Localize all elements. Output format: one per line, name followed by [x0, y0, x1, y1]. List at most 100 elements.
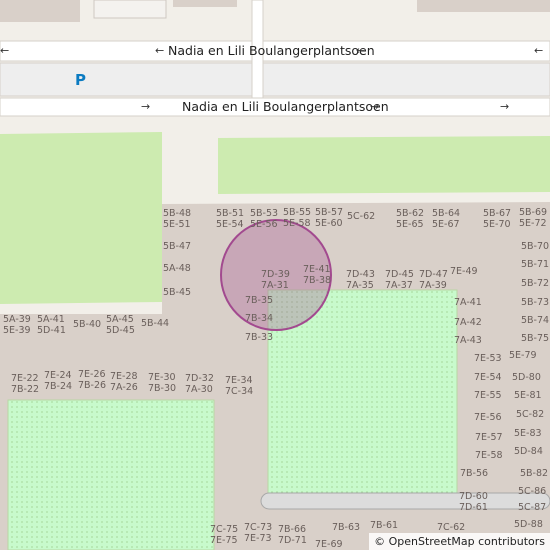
house-number-label: 5A-39 5E-39: [3, 314, 31, 336]
house-number-label: 7B-35: [245, 295, 273, 306]
house-number-label: 7C-75 7E-75: [210, 524, 238, 546]
house-number: 7D-45: [385, 269, 414, 280]
parking-area: [262, 62, 550, 97]
house-number-label: 7E-28 7A-26: [110, 371, 138, 393]
house-number: 7E-73: [244, 533, 272, 544]
house-number: 5A-39: [3, 314, 31, 325]
house-number-label: 5B-69 5E-72: [519, 207, 547, 229]
house-number: 7D-47: [419, 269, 448, 280]
house-number: 7D-32: [185, 373, 214, 384]
house-number-label: 7E-24 7B-24: [44, 370, 72, 392]
map-view[interactable]: ← ← Nadia en Lili Boulangerplantsoen ← ←…: [0, 0, 550, 550]
house-number-label: 7E-26 7B-26: [78, 369, 106, 391]
house-number: 5C-86: [518, 486, 547, 497]
house-number: 7E-30: [148, 372, 176, 383]
house-number-label: 7E-55: [474, 390, 502, 401]
oneway-arrow-right-icon: →: [141, 100, 151, 113]
house-number: 5B-72: [521, 278, 550, 289]
oneway-arrow-left-icon: ←: [0, 44, 10, 57]
house-number-label: 5B-53 5E-56: [250, 208, 278, 230]
oneway-arrow-right-icon: →: [370, 100, 380, 113]
house-number-label: 7E-53: [474, 353, 502, 364]
house-number-label: 7B-66 7D-71: [278, 524, 307, 546]
house-number: 5B-55: [283, 207, 312, 218]
house-number-label: 7E-49: [450, 266, 478, 277]
house-number: 7C-75: [210, 524, 239, 535]
house-number: 7B-22: [11, 384, 40, 395]
house-number: 7E-75: [210, 535, 238, 546]
house-number: 5D-80: [512, 372, 541, 383]
house-number: 7E-22: [11, 373, 39, 384]
house-number: 5B-69: [519, 207, 548, 218]
house-number: 7E-55: [474, 390, 502, 401]
building: [93, 0, 167, 19]
house-number-label: 7D-45 7A-37: [385, 269, 414, 291]
house-number-label: 5B-47: [163, 241, 191, 252]
house-number: 7E-53: [474, 353, 502, 364]
house-number: 7E-49: [450, 266, 478, 277]
house-number-label: 5B-73: [521, 297, 549, 308]
house-number: 5B-64: [432, 208, 461, 219]
house-number: 5B-73: [521, 297, 550, 308]
house-number-label: 7D-60 7D-61: [459, 491, 488, 513]
house-number: 5E-54: [216, 219, 244, 230]
house-number-label: 5B-70: [521, 241, 549, 252]
house-number: 7D-39: [261, 269, 290, 280]
attribution-text[interactable]: © OpenStreetMap contributors: [374, 535, 545, 548]
oneway-arrow-left-icon: ←: [155, 44, 165, 57]
house-number-label: 5E-83: [514, 428, 542, 439]
house-number: 7A-39: [419, 280, 447, 291]
house-number: 5B-82: [520, 468, 549, 479]
house-number: 7E-34: [225, 375, 253, 386]
house-number: 7E-41: [303, 264, 331, 275]
house-number-label: 7B-56: [460, 468, 488, 479]
house-number-label: 5D-84: [514, 446, 543, 457]
house-number-label: 5B-72: [521, 278, 549, 289]
house-number-label: 5B-55 5E-58: [283, 207, 311, 229]
house-number: 5B-44: [141, 318, 170, 329]
house-number: 7C-62: [437, 522, 466, 533]
house-number: 5E-65: [396, 219, 424, 230]
footpath: [260, 492, 550, 510]
house-number: 7A-35: [346, 280, 374, 291]
parking-area: [0, 62, 253, 97]
park: [7, 399, 215, 550]
house-number-label: 5B-51 5E-54: [216, 208, 244, 230]
house-number: 5B-51: [216, 208, 245, 219]
oneway-arrow-right-icon: →: [500, 100, 510, 113]
parking-icon[interactable]: P: [75, 71, 86, 89]
house-number-label: 7D-47 7A-39: [419, 269, 448, 291]
grass-area: [0, 132, 162, 304]
house-number: 7A-26: [110, 382, 138, 393]
house-number: 7E-26: [78, 369, 106, 380]
house-number-label: 5B-48 5E-51: [163, 208, 191, 230]
house-number: 7B-56: [460, 468, 489, 479]
house-number: 5B-45: [163, 287, 192, 298]
house-number: 5B-48: [163, 208, 192, 219]
house-number-label: 7C-73 7E-73: [244, 522, 272, 544]
house-number: 5B-40: [73, 319, 102, 330]
house-number: 7A-41: [454, 297, 482, 308]
house-number: 7B-35: [245, 295, 274, 306]
house-number: 7B-61: [370, 520, 399, 531]
oneway-arrow-left-icon: ←: [534, 44, 544, 57]
house-number: 7E-57: [475, 432, 503, 443]
house-number-label: 5C-62: [347, 211, 375, 222]
map-attribution[interactable]: © OpenStreetMap contributors: [369, 533, 550, 550]
house-number: 5E-81: [514, 390, 542, 401]
house-number: 5C-82: [516, 409, 545, 420]
house-number-label: 5D-80: [512, 372, 541, 383]
house-number-label: 7D-39 7A-31: [261, 269, 290, 291]
house-number: 7A-31: [261, 280, 289, 291]
house-number: 5E-83: [514, 428, 542, 439]
house-number: 5E-70: [483, 219, 511, 230]
house-number-label: 5A-41 5D-41: [37, 314, 66, 336]
house-number-label: 7E-58: [475, 450, 503, 461]
house-number: 5B-71: [521, 259, 550, 270]
house-number-label: 7E-34 7C-34: [225, 375, 253, 397]
house-number: 5E-58: [283, 218, 311, 229]
street-name-bottom: Nadia en Lili Boulangerplantsoen: [182, 99, 389, 114]
house-number-label: 7A-43: [454, 335, 482, 346]
house-number-label: 7E-56: [474, 412, 502, 423]
house-number-label: 5E-81: [514, 390, 542, 401]
